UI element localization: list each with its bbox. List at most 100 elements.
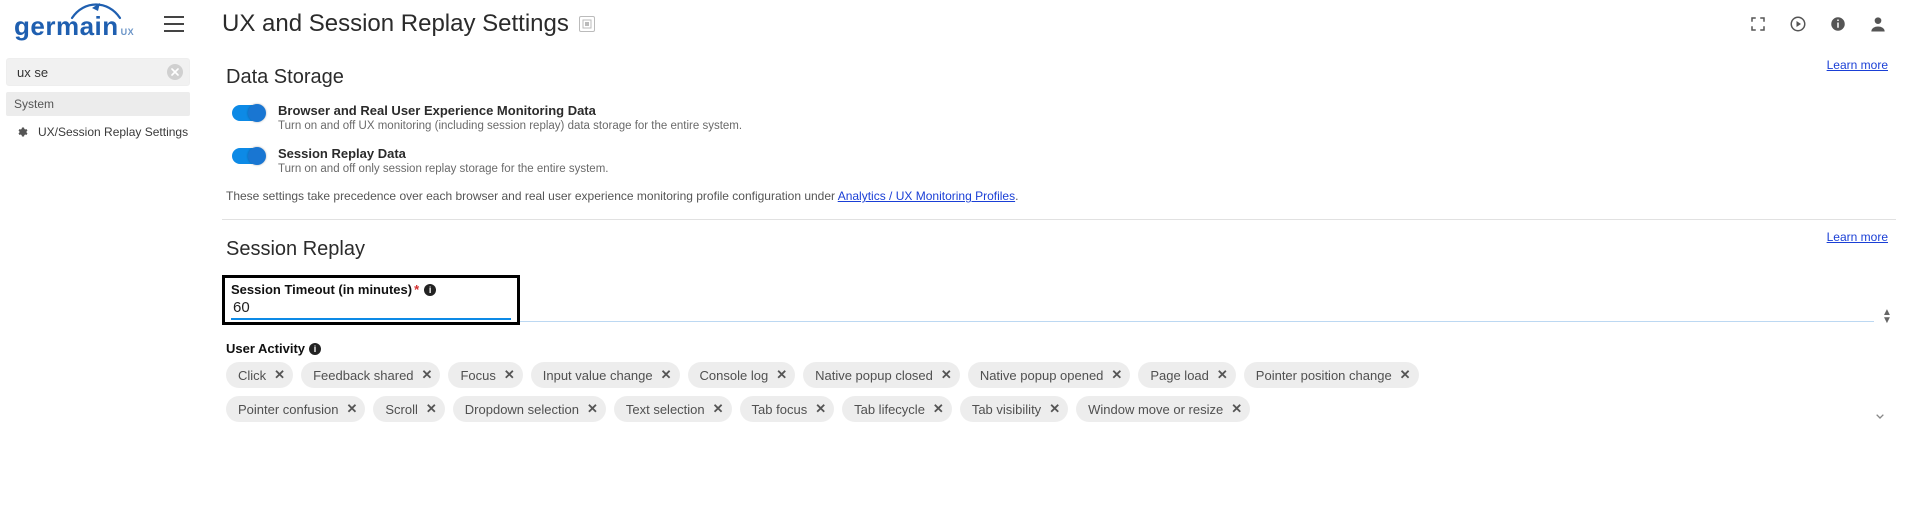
fullscreen-icon[interactable] bbox=[1748, 14, 1768, 34]
toggle-desc: Turn on and off UX monitoring (including… bbox=[278, 120, 742, 132]
user-activity-chip[interactable]: Tab focus ✕ bbox=[740, 396, 835, 422]
brand-name: germainUX bbox=[14, 11, 134, 42]
sidebar-group-system[interactable]: System bbox=[6, 92, 190, 116]
sidebar-item-label: UX/Session Replay Settings bbox=[38, 125, 188, 139]
user-activity-chip[interactable]: Text selection ✕ bbox=[614, 396, 732, 422]
page-title: UX and Session Replay Settings bbox=[222, 10, 569, 38]
chip-remove-icon[interactable]: ✕ bbox=[274, 367, 285, 383]
chip-label: Tab visibility bbox=[972, 402, 1041, 417]
session-timeout-input[interactable] bbox=[231, 297, 511, 320]
chip-remove-icon[interactable]: ✕ bbox=[1231, 401, 1242, 417]
chip-label: Console log bbox=[700, 368, 769, 383]
chip-label: Tab lifecycle bbox=[854, 402, 925, 417]
session-timeout-label: Session Timeout (in minutes)* i bbox=[231, 282, 511, 297]
sidebar-group-label: System bbox=[14, 97, 54, 111]
toggle-switch[interactable] bbox=[232, 105, 264, 121]
page-header: UX and Session Replay Settings bbox=[222, 0, 1896, 48]
user-activity-chips: Click✕Feedback shared✕Focus✕Input value … bbox=[226, 362, 1504, 422]
chip-label: Focus bbox=[460, 368, 495, 383]
chip-label: Pointer confusion bbox=[238, 402, 338, 417]
data-storage-note: These settings take precedence over each… bbox=[226, 189, 1896, 203]
toggle-row-browser-rum: Browser and Real User Experience Monitor… bbox=[232, 103, 1896, 132]
session-timeout-highlight: Session Timeout (in minutes)* i bbox=[222, 275, 520, 325]
chip-remove-icon[interactable]: ✕ bbox=[776, 367, 787, 383]
user-activity-chip[interactable]: Pointer confusion ✕ bbox=[226, 396, 365, 422]
toggle-row-session-replay-data: Session Replay Data Turn on and off only… bbox=[232, 146, 1896, 175]
brand-logo: germainUX bbox=[14, 4, 138, 44]
chip-label: Native popup opened bbox=[980, 368, 1104, 383]
user-activity-label: User Activity i bbox=[226, 341, 1896, 356]
user-activity-chip[interactable]: Feedback shared ✕ bbox=[301, 362, 440, 388]
chip-label: Scroll bbox=[385, 402, 418, 417]
chip-label: Tab focus bbox=[752, 402, 808, 417]
title-tools-icon[interactable] bbox=[579, 16, 595, 32]
toggle-label: Browser and Real User Experience Monitor… bbox=[278, 103, 742, 118]
note-prefix: These settings take precedence over each… bbox=[226, 189, 838, 203]
expand-chevron-icon[interactable] bbox=[1872, 408, 1888, 424]
stepper-down-icon[interactable]: ▼ bbox=[1882, 317, 1892, 325]
menu-toggle-button[interactable] bbox=[164, 12, 188, 36]
chip-label: Pointer position change bbox=[1256, 368, 1392, 383]
analytics-profiles-link[interactable]: Analytics / UX Monitoring Profiles bbox=[838, 189, 1015, 203]
brand-area: germainUX bbox=[0, 0, 196, 48]
section-session-replay: Learn more Session Replay Session Timeou… bbox=[222, 220, 1896, 438]
chip-remove-icon[interactable]: ✕ bbox=[422, 367, 433, 383]
chip-remove-icon[interactable]: ✕ bbox=[1217, 367, 1228, 383]
chip-label: Click bbox=[238, 368, 266, 383]
section-title: Session Replay bbox=[226, 238, 1896, 261]
chip-remove-icon[interactable]: ✕ bbox=[426, 401, 437, 417]
sidebar-search[interactable] bbox=[6, 58, 190, 86]
chip-label: Feedback shared bbox=[313, 368, 413, 383]
user-activity-chip[interactable]: Input value change ✕ bbox=[531, 362, 680, 388]
chip-remove-icon[interactable]: ✕ bbox=[933, 401, 944, 417]
chip-label: Page load bbox=[1150, 368, 1209, 383]
user-activity-chip[interactable]: Tab lifecycle ✕ bbox=[842, 396, 952, 422]
chip-remove-icon[interactable]: ✕ bbox=[713, 401, 724, 417]
user-activity-chip[interactable]: Pointer position change ✕ bbox=[1244, 362, 1419, 388]
section-title: Data Storage bbox=[226, 66, 1896, 89]
chip-remove-icon[interactable]: ✕ bbox=[587, 401, 598, 417]
chip-remove-icon[interactable]: ✕ bbox=[504, 367, 515, 383]
header-actions bbox=[1748, 14, 1896, 34]
user-activity-chip[interactable]: Tab visibility ✕ bbox=[960, 396, 1068, 422]
toggle-switch[interactable] bbox=[232, 148, 264, 164]
play-icon[interactable] bbox=[1788, 14, 1808, 34]
user-activity-chip[interactable]: Native popup closed ✕ bbox=[803, 362, 960, 388]
learn-more-link[interactable]: Learn more bbox=[1827, 230, 1888, 244]
user-activity-chip[interactable]: Scroll ✕ bbox=[373, 396, 444, 422]
sidebar: germainUX System UX/Session Replay Setti… bbox=[0, 0, 196, 528]
user-activity-chip[interactable]: Dropdown selection ✕ bbox=[453, 396, 606, 422]
info-icon[interactable]: i bbox=[309, 343, 321, 355]
chip-remove-icon[interactable]: ✕ bbox=[815, 401, 826, 417]
section-data-storage: Learn more Data Storage Browser and Real… bbox=[222, 48, 1896, 220]
clear-search-icon[interactable] bbox=[167, 64, 183, 80]
chip-label: Input value change bbox=[543, 368, 653, 383]
chip-remove-icon[interactable]: ✕ bbox=[1049, 401, 1060, 417]
chip-remove-icon[interactable]: ✕ bbox=[1400, 367, 1411, 383]
user-activity-chip[interactable]: Console log ✕ bbox=[688, 362, 796, 388]
sidebar-item-ux-session-replay[interactable]: UX/Session Replay Settings bbox=[6, 118, 190, 146]
main: UX and Session Replay Settings Learn mor… bbox=[196, 0, 1912, 528]
chip-remove-icon[interactable]: ✕ bbox=[941, 367, 952, 383]
chip-label: Dropdown selection bbox=[465, 402, 579, 417]
session-timeout-stepper[interactable]: ▲ ▼ bbox=[1878, 309, 1896, 325]
user-activity-chip[interactable]: Click ✕ bbox=[226, 362, 293, 388]
user-activity-chip[interactable]: Window move or resize✕ bbox=[1076, 396, 1250, 422]
session-timeout-field: Session Timeout (in minutes)* i ▲ ▼ bbox=[222, 275, 1896, 327]
note-suffix: . bbox=[1015, 189, 1018, 203]
chip-remove-icon[interactable]: ✕ bbox=[661, 367, 672, 383]
chip-label: Native popup closed bbox=[815, 368, 933, 383]
learn-more-link[interactable]: Learn more bbox=[1827, 58, 1888, 72]
info-icon[interactable]: i bbox=[424, 284, 436, 296]
user-activity-chip[interactable]: Native popup opened ✕ bbox=[968, 362, 1131, 388]
user-activity-chip[interactable]: Page load ✕ bbox=[1138, 362, 1235, 388]
info-icon[interactable] bbox=[1828, 14, 1848, 34]
chip-label: Text selection bbox=[626, 402, 705, 417]
user-icon[interactable] bbox=[1868, 14, 1888, 34]
sidebar-search-input[interactable] bbox=[15, 64, 163, 81]
user-activity-chip[interactable]: Focus ✕ bbox=[448, 362, 522, 388]
toggle-desc: Turn on and off only session replay stor… bbox=[278, 163, 608, 175]
chip-remove-icon[interactable]: ✕ bbox=[1111, 367, 1122, 383]
gear-icon bbox=[16, 126, 28, 138]
chip-remove-icon[interactable]: ✕ bbox=[346, 401, 357, 417]
